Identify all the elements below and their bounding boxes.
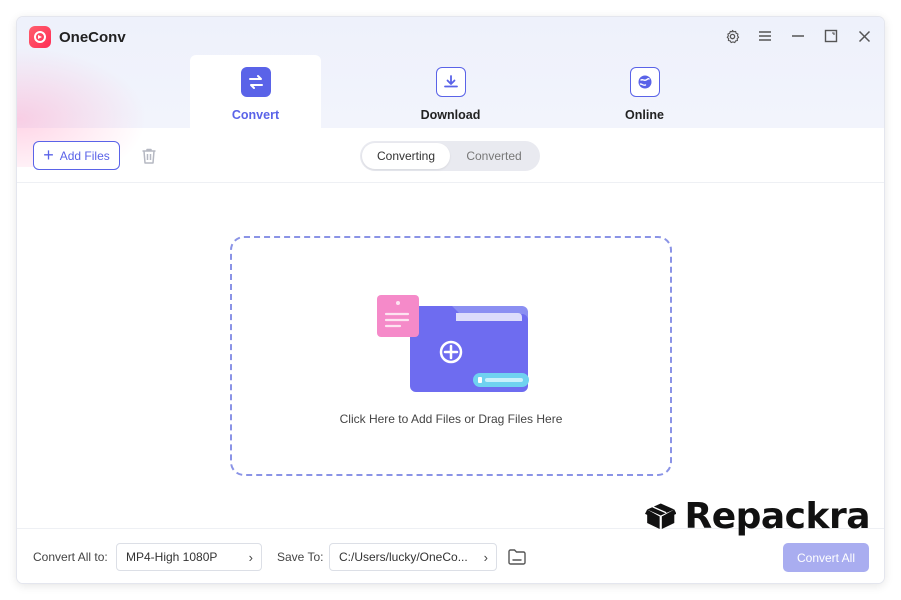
save-path-value: C:/Users/lucky/OneCo... [339, 550, 468, 564]
file-dropzone[interactable]: Click Here to Add Files or Drag Files He… [230, 236, 672, 476]
tab-online[interactable]: Online [579, 55, 710, 128]
plus-icon: + [43, 144, 54, 165]
trash-icon[interactable] [139, 146, 159, 166]
status-segmented-control: Converting Converted [360, 141, 540, 171]
segment-converting[interactable]: Converting [362, 143, 450, 169]
convert-all-button[interactable]: Convert All [783, 543, 869, 572]
add-files-label: Add Files [59, 148, 110, 163]
tab-download-label: Download [420, 108, 481, 122]
chevron-right-icon: › [248, 549, 253, 565]
watermark-text: Repackra [684, 495, 870, 537]
chevron-right-icon: › [483, 549, 488, 565]
output-format-select[interactable]: MP4-High 1080P › [116, 543, 262, 571]
minimize-icon[interactable] [788, 26, 808, 46]
segment-converted[interactable]: Converted [450, 143, 538, 169]
app-title: OneConv [59, 29, 126, 46]
maximize-icon[interactable] [821, 26, 841, 46]
tab-convert[interactable]: Convert [190, 55, 321, 128]
menu-icon[interactable] [755, 26, 775, 46]
settings-gear-icon[interactable] [722, 26, 742, 46]
toolbar: + Add Files Converting Converted [17, 128, 884, 183]
tab-online-label: Online [625, 108, 664, 122]
save-to-label: Save To: [277, 550, 324, 564]
watermark: Repackra [645, 488, 870, 544]
folder-add-illustration-icon [377, 295, 529, 392]
add-files-button[interactable]: + Add Files [33, 141, 120, 170]
output-format-value: MP4-High 1080P [126, 550, 218, 564]
download-icon [435, 67, 466, 97]
close-icon[interactable] [854, 26, 874, 46]
tab-convert-label: Convert [231, 108, 280, 122]
dropzone-text: Click Here to Add Files or Drag Files He… [339, 412, 563, 426]
app-logo-icon [29, 26, 51, 48]
box-logo-icon [645, 503, 677, 530]
tab-download[interactable]: Download [385, 55, 516, 128]
save-path-select[interactable]: C:/Users/lucky/OneCo... › [329, 543, 497, 571]
open-folder-icon[interactable] [507, 548, 527, 566]
title-bar: OneConv Convert Download Online [17, 17, 884, 167]
convert-arrows-icon [240, 67, 271, 97]
convert-all-to-label: Convert All to: [33, 550, 108, 564]
online-globe-icon [629, 67, 660, 97]
